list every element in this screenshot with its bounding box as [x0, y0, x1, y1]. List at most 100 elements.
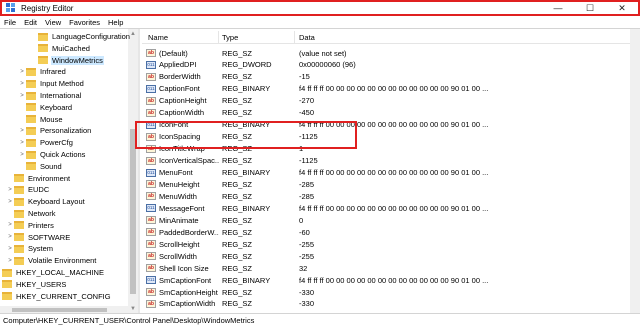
value-type: REG_BINARY [222, 84, 271, 94]
value-data: 32 [299, 263, 308, 273]
value-row[interactable]: ab CaptionWidth REG_SZ -450 [142, 107, 640, 119]
expand-chevron-icon[interactable]: > [18, 128, 26, 134]
folder-icon [2, 280, 12, 289]
tree-item-label: Printers [28, 220, 54, 230]
tree-item[interactable]: > Personalization [18, 125, 92, 136]
value-row[interactable]: ab ScrollHeight REG_SZ -255 [142, 238, 640, 250]
value-row[interactable]: ab PaddedBorderW... REG_SZ -60 [142, 226, 640, 238]
folder-icon [26, 162, 36, 171]
tree-item-label: PowerCfg [40, 138, 73, 148]
binary-value-icon: 011 [146, 204, 156, 213]
expand-chevron-icon[interactable]: > [18, 69, 26, 75]
tree-item-label: Input Method [40, 79, 84, 89]
value-data: f4 ff ff ff 00 00 00 00 00 00 00 00 00 0… [299, 275, 489, 285]
value-row[interactable]: ab MinAnimate REG_SZ 0 [142, 214, 640, 226]
string-value-icon: ab [146, 108, 156, 117]
menu-edit[interactable]: Edit [20, 18, 41, 27]
tree-item[interactable]: Mouse [18, 114, 64, 125]
value-row[interactable]: ab Shell Icon Size REG_SZ 32 [142, 262, 640, 274]
tree-item-label: EUDC [28, 185, 50, 195]
value-row[interactable]: ab BorderWidth REG_SZ -15 [142, 71, 640, 83]
string-value-icon: ab [146, 192, 156, 201]
tree-item[interactable]: LanguageConfiguration [30, 31, 131, 42]
tree-item[interactable]: >HKEY_USERS [0, 279, 67, 290]
close-button[interactable]: ✕ [606, 2, 638, 14]
tree-item[interactable]: > Input Method [18, 78, 85, 89]
values-list[interactable]: Name Type Data ab (Default) REG_SZ (value n… [142, 29, 640, 314]
tree-item[interactable]: > Keyboard Layout [6, 196, 86, 207]
value-row[interactable]: ab IconVerticalSpac... REG_SZ -1125 [142, 155, 640, 167]
tree-scrollbar-thumb[interactable] [130, 129, 136, 294]
expand-chevron-icon[interactable]: > [18, 81, 26, 87]
value-row[interactable]: ab SmCaptionHeight REG_SZ -330 [142, 286, 640, 298]
value-name: Shell Icon Size [159, 263, 209, 273]
value-row[interactable]: ab CaptionHeight REG_SZ -270 [142, 95, 640, 107]
value-row[interactable]: ab (Default) REG_SZ (value not set) [142, 47, 640, 59]
tree-item[interactable]: Network [6, 208, 57, 219]
value-row[interactable]: ab MenuHeight REG_SZ -285 [142, 178, 640, 190]
tree-item[interactable]: WindowMetrics [30, 55, 104, 66]
tree-item[interactable]: > Infrared [18, 66, 67, 77]
menu-file[interactable]: File [0, 18, 20, 27]
tree-horizontal-thumb[interactable] [12, 308, 107, 312]
tree-item[interactable]: Keyboard [18, 102, 73, 113]
expand-chevron-icon[interactable]: > [6, 246, 14, 252]
expand-chevron-icon[interactable]: > [18, 152, 26, 158]
value-row[interactable]: 011 CaptionFont REG_BINARY f4 ff ff ff 00 0… [142, 83, 640, 95]
string-value-icon: ab [146, 96, 156, 105]
folder-icon [14, 244, 24, 253]
expand-chevron-icon[interactable]: > [6, 234, 14, 240]
tree-scrollbar[interactable]: ▲ ▼ [128, 29, 138, 314]
tree-item[interactable]: MuiCached [30, 43, 91, 54]
maximize-button[interactable]: ☐ [574, 2, 606, 14]
value-row[interactable]: 011 MessageFont REG_BINARY f4 ff ff ff 00 0… [142, 202, 640, 214]
expand-chevron-icon[interactable]: > [6, 258, 14, 264]
registry-tree[interactable]: ▲ ▼ LanguageConfiguration MuiCached Window… [0, 29, 140, 314]
folder-icon [26, 91, 36, 100]
menu-favorites[interactable]: Favorites [65, 18, 104, 27]
tree-item[interactable]: > SOFTWARE [6, 232, 71, 243]
tree-item-label: HKEY_LOCAL_MACHINE [16, 268, 104, 277]
column-header-type[interactable]: Type [222, 33, 238, 42]
value-row[interactable]: ab MenuWidth REG_SZ -285 [142, 190, 640, 202]
tree-item[interactable]: Environment [6, 173, 71, 184]
string-value-icon: ab [146, 299, 156, 308]
value-type: REG_SZ [222, 215, 253, 225]
tree-item[interactable]: Sound [18, 161, 63, 172]
value-name: SmCaptionWidth [159, 299, 216, 309]
title-bar: Registry Editor — ☐ ✕ [0, 0, 640, 16]
tree-item[interactable]: > EUDC [6, 184, 50, 195]
value-row[interactable]: 011 MenuFont REG_BINARY f4 ff ff ff 00 00 0… [142, 167, 640, 179]
expand-chevron-icon[interactable]: > [6, 222, 14, 228]
tree-item[interactable]: > PowerCfg [18, 137, 74, 148]
value-name: SmCaptionFont [159, 275, 212, 285]
tree-item-label: HKEY_USERS [16, 279, 67, 289]
tree-item[interactable]: > International [18, 90, 82, 101]
expand-chevron-icon[interactable]: > [6, 199, 14, 205]
menu-view[interactable]: View [41, 18, 65, 27]
value-row[interactable]: ab ScrollWidth REG_SZ -255 [142, 250, 640, 262]
expand-chevron-icon[interactable]: > [6, 187, 14, 193]
tree-item[interactable]: > Printers [6, 220, 55, 231]
expand-chevron-icon[interactable]: > [18, 93, 26, 99]
minimize-button[interactable]: — [542, 2, 574, 14]
value-row[interactable]: 011 SmCaptionFont REG_BINARY f4 ff ff ff 00… [142, 274, 640, 286]
tree-item[interactable]: > Quick Actions [18, 149, 86, 160]
string-value-icon: ab [146, 252, 156, 261]
value-row[interactable]: 011 AppliedDPI REG_DWORD 0x00000060 (96) [142, 59, 640, 71]
column-header-name[interactable]: Name [148, 33, 168, 42]
folder-icon [38, 44, 48, 53]
tree-item[interactable]: > Volatile Environment [6, 255, 97, 266]
tree-item[interactable]: >HKEY_CURRENT_CONFIG [0, 291, 112, 302]
tree-item[interactable]: >HKEY_LOCAL_MACHINE [0, 267, 105, 278]
tree-item[interactable]: > System [6, 243, 54, 254]
value-type: REG_SZ [222, 239, 253, 249]
folder-icon [26, 115, 36, 124]
value-row[interactable]: ab SmCaptionWidth REG_SZ -330 [142, 298, 640, 310]
menu-help[interactable]: Help [104, 18, 127, 27]
scroll-down-icon[interactable]: ▼ [130, 306, 136, 312]
registry-icon [6, 3, 16, 13]
expand-chevron-icon[interactable]: > [18, 140, 26, 146]
column-header-data[interactable]: Data [299, 33, 315, 42]
binary-value-icon: 011 [146, 60, 156, 69]
